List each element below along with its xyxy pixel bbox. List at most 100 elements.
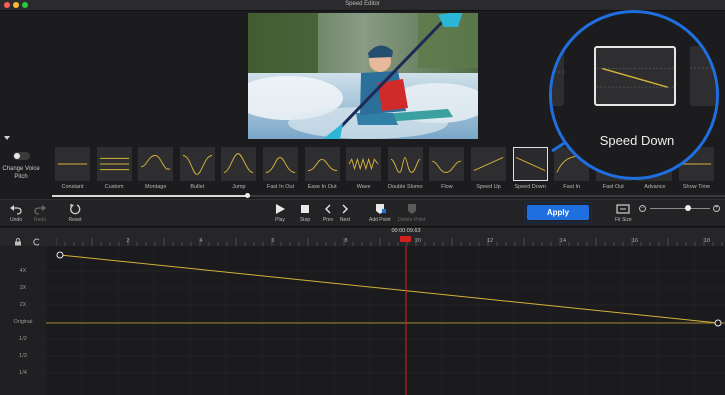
prev-icon bbox=[321, 203, 335, 215]
preset-speed-down[interactable]: Speed Down bbox=[510, 146, 551, 194]
progress-handle[interactable] bbox=[244, 193, 250, 198]
reset-button[interactable]: Reset bbox=[68, 203, 82, 223]
add-point-button[interactable]: Add Point bbox=[369, 203, 391, 223]
speed-curve-graph[interactable] bbox=[46, 246, 725, 395]
speed-axis-label: 1/3 bbox=[19, 353, 27, 359]
playhead-timecode: 00:00:09.63 bbox=[391, 228, 421, 234]
preset-label: Speed Up bbox=[476, 184, 501, 190]
magnifier-callout: Speed Down bbox=[549, 10, 719, 180]
curve-start-point[interactable] bbox=[56, 251, 64, 259]
undo-button[interactable]: Undo bbox=[9, 203, 23, 223]
preset-double-slomo[interactable]: Double Slomo bbox=[385, 146, 426, 194]
preset-thumbnail bbox=[471, 147, 506, 181]
editor-toolbar: Undo Redo Reset Play Stop Prev Next Add … bbox=[0, 199, 725, 227]
preset-custom[interactable]: Custom bbox=[94, 146, 135, 194]
speed-axis-label: 1/2 bbox=[19, 336, 27, 342]
magnified-preset-right bbox=[690, 46, 716, 106]
preset-thumbnail bbox=[346, 147, 382, 181]
fit-size-button[interactable]: Fit Size bbox=[615, 203, 632, 223]
toggle-knob bbox=[14, 153, 20, 159]
stop-button[interactable]: Stop bbox=[298, 203, 312, 223]
preset-progress-bar[interactable] bbox=[52, 193, 725, 198]
next-icon bbox=[338, 203, 352, 215]
add-point-icon bbox=[373, 203, 387, 215]
preset-jump[interactable]: Jump bbox=[218, 146, 259, 194]
preset-wave[interactable]: Wave bbox=[343, 146, 384, 194]
redo-button[interactable]: Redo bbox=[33, 203, 47, 223]
preset-bullet[interactable]: Bullet bbox=[177, 146, 218, 194]
ruler-label: 6 bbox=[271, 238, 274, 244]
window-title: Speed Editor bbox=[345, 1, 380, 7]
apply-button[interactable]: Apply bbox=[524, 202, 592, 223]
ruler-label: 8 bbox=[344, 238, 347, 244]
collapse-arrow-icon[interactable] bbox=[4, 136, 10, 140]
preset-fast-in-out[interactable]: Fast In Out bbox=[260, 146, 301, 194]
preset-thumbnail bbox=[96, 147, 132, 181]
ruler-label: 16 bbox=[632, 238, 638, 244]
speed-axis-label: 1/4 bbox=[19, 370, 27, 376]
preset-thumbnail bbox=[221, 147, 257, 181]
zoom-out-button[interactable]: − bbox=[639, 205, 646, 212]
ruler-label: 2 bbox=[126, 238, 129, 244]
magnified-preset-left bbox=[552, 46, 564, 106]
preset-label: Custom bbox=[104, 184, 124, 190]
preset-thumbnail bbox=[429, 147, 465, 181]
speed-axis-label: 4X bbox=[19, 268, 27, 274]
fit-size-icon bbox=[616, 203, 630, 215]
speed-axis-label: Original bbox=[13, 319, 33, 325]
redo-icon bbox=[33, 203, 47, 215]
play-icon bbox=[273, 203, 287, 215]
preset-label: Advance bbox=[644, 184, 666, 190]
preset-label: Ease In Out bbox=[307, 184, 337, 190]
preset-thumbnail bbox=[263, 147, 298, 181]
preset-thumbnail bbox=[512, 147, 548, 181]
next-button[interactable]: Next bbox=[338, 203, 352, 223]
preset-label: Bullet bbox=[190, 184, 205, 190]
prev-button[interactable]: Prev bbox=[321, 203, 335, 223]
link-icon[interactable] bbox=[33, 233, 41, 246]
zoom-in-button[interactable]: + bbox=[713, 205, 720, 212]
preset-constant[interactable]: Constant bbox=[52, 146, 93, 194]
preset-label: Fast Out bbox=[602, 184, 624, 190]
preset-speed-up[interactable]: Speed Up bbox=[468, 146, 509, 194]
ruler-label: 14 bbox=[560, 238, 566, 244]
preset-flow[interactable]: Flow bbox=[426, 146, 467, 194]
preset-thumbnail bbox=[304, 147, 340, 181]
play-button[interactable]: Play bbox=[273, 203, 287, 223]
magnified-preset-label: Speed Down bbox=[599, 133, 675, 148]
preset-thumbnail bbox=[179, 147, 215, 181]
stop-icon bbox=[298, 203, 312, 215]
voice-pitch-toggle[interactable] bbox=[13, 152, 30, 160]
delete-point-button[interactable]: Delete Point bbox=[398, 203, 425, 223]
zoom-slider[interactable] bbox=[650, 208, 710, 209]
preset-label: Fast In bbox=[563, 184, 581, 190]
preset-montage[interactable]: Montage bbox=[135, 146, 176, 194]
title-bar: Speed Editor bbox=[0, 0, 725, 11]
progress-fill bbox=[52, 195, 248, 197]
preset-label: Fast In Out bbox=[266, 184, 295, 190]
preset-label: Wave bbox=[356, 184, 371, 190]
preset-label: Speed Down bbox=[514, 184, 546, 190]
undo-icon bbox=[9, 203, 23, 215]
delete-point-icon bbox=[405, 203, 419, 215]
ruler-label: 4 bbox=[199, 238, 202, 244]
preset-label: Flow bbox=[441, 184, 453, 190]
speed-axis: 4X 3X 2X Original 1/2 1/3 1/4 bbox=[0, 246, 46, 395]
ruler-label: 18 bbox=[704, 238, 710, 244]
preset-label: Show Time bbox=[682, 184, 711, 190]
speed-axis-label: 3X bbox=[19, 285, 27, 291]
preview-image bbox=[248, 13, 478, 139]
preset-thumbnail bbox=[138, 147, 174, 181]
zoom-slider-handle[interactable] bbox=[685, 205, 692, 211]
preset-ease-in-out[interactable]: Ease In Out bbox=[302, 146, 343, 194]
lock-icon[interactable] bbox=[14, 233, 22, 246]
voice-pitch-label: Change Voice Pitch bbox=[2, 166, 40, 180]
preset-label: Double Slomo bbox=[388, 184, 423, 190]
preset-thumbnail bbox=[55, 147, 90, 181]
speed-curve[interactable] bbox=[59, 254, 719, 324]
ruler-label: 12 bbox=[487, 238, 493, 244]
preset-label: Constant bbox=[61, 184, 84, 190]
playhead-handle[interactable] bbox=[400, 236, 411, 242]
curve-end-point[interactable] bbox=[714, 319, 722, 327]
preset-thumbnail bbox=[387, 147, 423, 181]
